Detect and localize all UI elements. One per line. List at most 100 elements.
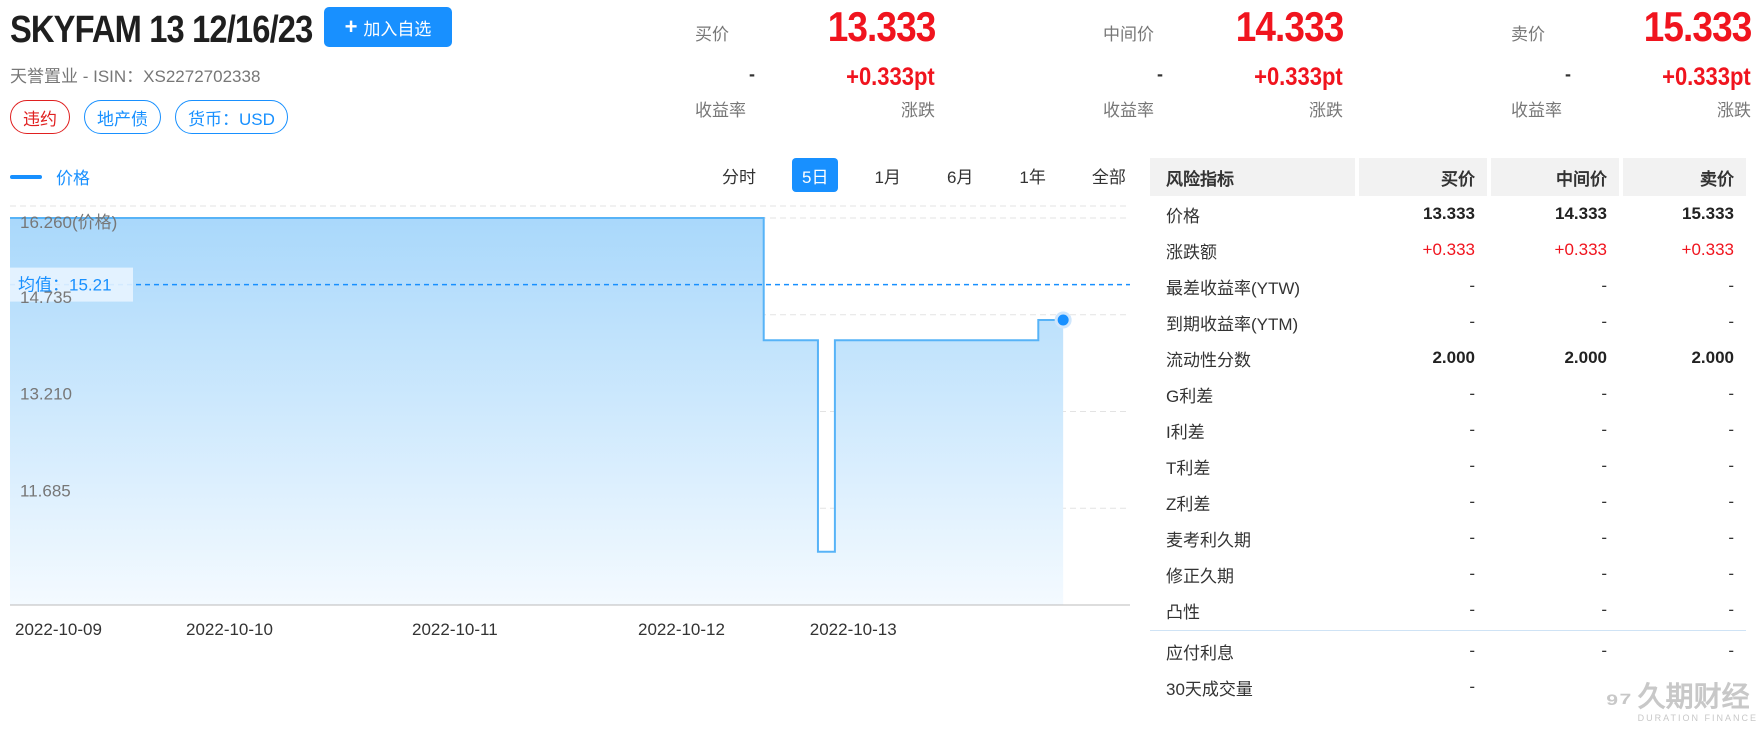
cell-ask: 2.000 xyxy=(1691,348,1734,367)
cell-ask: - xyxy=(1728,528,1734,547)
cell-ask: - xyxy=(1728,384,1734,403)
cell-ask: 15.333 xyxy=(1682,204,1734,223)
cell-ask: - xyxy=(1728,641,1734,660)
quote-change: +0.333pt xyxy=(846,63,935,91)
cell-ask: - xyxy=(1728,492,1734,511)
cell-ask: - xyxy=(1728,600,1734,619)
row-label: 麦考利久期 xyxy=(1166,530,1251,550)
y-axis-label: 13.210 xyxy=(20,385,72,404)
watermark-sub-text: DURATION FINANCE xyxy=(1637,713,1758,723)
chart-legend[interactable]: 价格 xyxy=(10,164,90,189)
table-row: 价格 13.333 14.333 15.333 xyxy=(1150,196,1750,232)
cell-ask: +0.333 xyxy=(1681,240,1734,259)
range-tab-1m[interactable]: 1月 xyxy=(864,158,910,192)
tag-default[interactable]: 违约 xyxy=(10,100,70,134)
row-label: 最差收益率(YTW) xyxy=(1166,278,1301,298)
quote-yield-label: 收益率 xyxy=(1103,101,1154,120)
range-tab-intraday[interactable]: 分时 xyxy=(712,158,766,192)
table-row: 修正久期 - - - xyxy=(1150,556,1750,592)
y-axis-label: 11.685 xyxy=(20,481,71,500)
risk-table-body: 价格 13.333 14.333 15.333 涨跌额 +0.333 +0.333 +0.33… xyxy=(1150,196,1750,628)
quote-yield-label: 收益率 xyxy=(695,101,746,120)
row-label: T利差 xyxy=(1166,458,1211,478)
range-tab-all[interactable]: 全部 xyxy=(1082,158,1136,192)
issuer-isin: 天誉置业 - ISIN：XS2272702338 xyxy=(10,67,261,86)
cell-mid: - xyxy=(1601,641,1607,660)
table-row: 凸性 - - - xyxy=(1150,592,1750,628)
y-axis-label-top: 16.260(价格) xyxy=(20,213,117,232)
cell-ask: - xyxy=(1728,564,1734,583)
quote-change-label: 涨跌 xyxy=(1309,101,1343,120)
table-row: 最差收益率(YTW) - - - xyxy=(1150,268,1750,304)
cell-mid: 2.000 xyxy=(1564,348,1607,367)
row-label: G利差 xyxy=(1166,386,1214,406)
bond-tags: 违约 地产债 货币：USD xyxy=(10,100,288,134)
cell-mid xyxy=(1491,669,1619,705)
table-row: T利差 - - - xyxy=(1150,448,1750,484)
price-area xyxy=(10,218,1064,605)
tag-currency[interactable]: 货币：USD xyxy=(175,100,288,134)
table-row: Z利差 - - - xyxy=(1150,484,1750,520)
cell-bid: - xyxy=(1469,492,1475,511)
header-indicator: 风险指标 xyxy=(1150,158,1355,196)
x-axis-label: 2022-10-13 xyxy=(810,620,897,639)
x-axis-label: 2022-10-11 xyxy=(412,620,498,639)
range-tabs: 分时 5日 1月 6月 1年 全部 xyxy=(712,158,1162,192)
plus-icon: + xyxy=(344,14,358,39)
quote-label: 买价 xyxy=(695,25,729,44)
cell-bid: - xyxy=(1469,528,1475,547)
row-label: 价格 xyxy=(1166,206,1200,226)
quote-label: 中间价 xyxy=(1103,25,1154,44)
row-label: 凸性 xyxy=(1166,602,1200,622)
header-mid: 中间价 xyxy=(1491,158,1619,196)
cell-bid: - xyxy=(1469,564,1475,583)
quote-bid: 买价 13.333 - +0.333pt 收益率 涨跌 xyxy=(695,0,936,125)
quote-change-label: 涨跌 xyxy=(901,101,935,120)
header-ask: 卖价 xyxy=(1623,158,1746,196)
duration-logo-icon: ⁹⁷ xyxy=(1605,686,1632,719)
cell-mid: - xyxy=(1601,492,1607,511)
cell-mid: +0.333 xyxy=(1554,240,1607,259)
price-chart-svg: 均值：15.2116.260(价格)14.73513.21011.6852022… xyxy=(10,205,1130,639)
table-row: I利差 - - - xyxy=(1150,412,1750,448)
row-label: 流动性分数 xyxy=(1166,350,1251,370)
range-tab-1y[interactable]: 1年 xyxy=(1009,158,1055,192)
cell-bid: - xyxy=(1469,420,1475,439)
row-label: I利差 xyxy=(1166,422,1205,442)
header-bid: 买价 xyxy=(1359,158,1487,196)
table-row: 到期收益率(YTM) - - - xyxy=(1150,304,1750,340)
table-row: 应付利息 - - - xyxy=(1150,633,1750,669)
tag-sector[interactable]: 地产债 xyxy=(84,100,161,134)
cell-bid: 13.333 xyxy=(1423,204,1475,223)
cell-ask: - xyxy=(1728,312,1734,331)
quote-price: 15.333 xyxy=(1643,3,1752,50)
cell-mid: - xyxy=(1601,312,1607,331)
row-label: 修正久期 xyxy=(1166,566,1234,586)
legend-swatch xyxy=(10,174,42,179)
cell-bid: - xyxy=(1469,276,1475,295)
price-chart[interactable]: 均值：15.21 16.260(价格) 14.735 13.210 11.685 2022… xyxy=(0,195,1140,729)
bond-title: SKYFAM 13 12/16/23 xyxy=(10,9,313,51)
cell-bid: +0.333 xyxy=(1422,240,1475,259)
x-axis-label: 2022-10-10 xyxy=(186,620,273,639)
row-label: 30天成交量 xyxy=(1166,679,1253,699)
y-axis-label: 14.735 xyxy=(20,288,72,307)
quote-price: 14.333 xyxy=(1235,3,1344,50)
range-tab-6m[interactable]: 6月 xyxy=(937,158,983,192)
add-to-watchlist-button[interactable]: + 加入自选 xyxy=(324,7,452,47)
cell-mid: - xyxy=(1601,564,1607,583)
row-label: Z利差 xyxy=(1166,494,1211,514)
cell-ask: - xyxy=(1728,420,1734,439)
x-axis-label: 2022-10-09 xyxy=(15,620,102,639)
cell-mid: - xyxy=(1601,384,1607,403)
cell-ask: - xyxy=(1728,276,1734,295)
cell-bid: - xyxy=(1469,384,1475,403)
quote-label: 卖价 xyxy=(1511,25,1545,44)
table-row: 麦考利久期 - - - xyxy=(1150,520,1750,556)
quote-price: 13.333 xyxy=(827,3,936,50)
quote-yield-value: - xyxy=(1565,64,1571,84)
risk-table: 风险指标 买价 中间价 卖价 价格 13.333 14.333 15.333 涨跌额 +0… xyxy=(1150,158,1750,705)
cell-mid: - xyxy=(1601,600,1607,619)
range-tab-5d[interactable]: 5日 xyxy=(792,158,839,192)
quote-yield-label: 收益率 xyxy=(1511,101,1562,120)
